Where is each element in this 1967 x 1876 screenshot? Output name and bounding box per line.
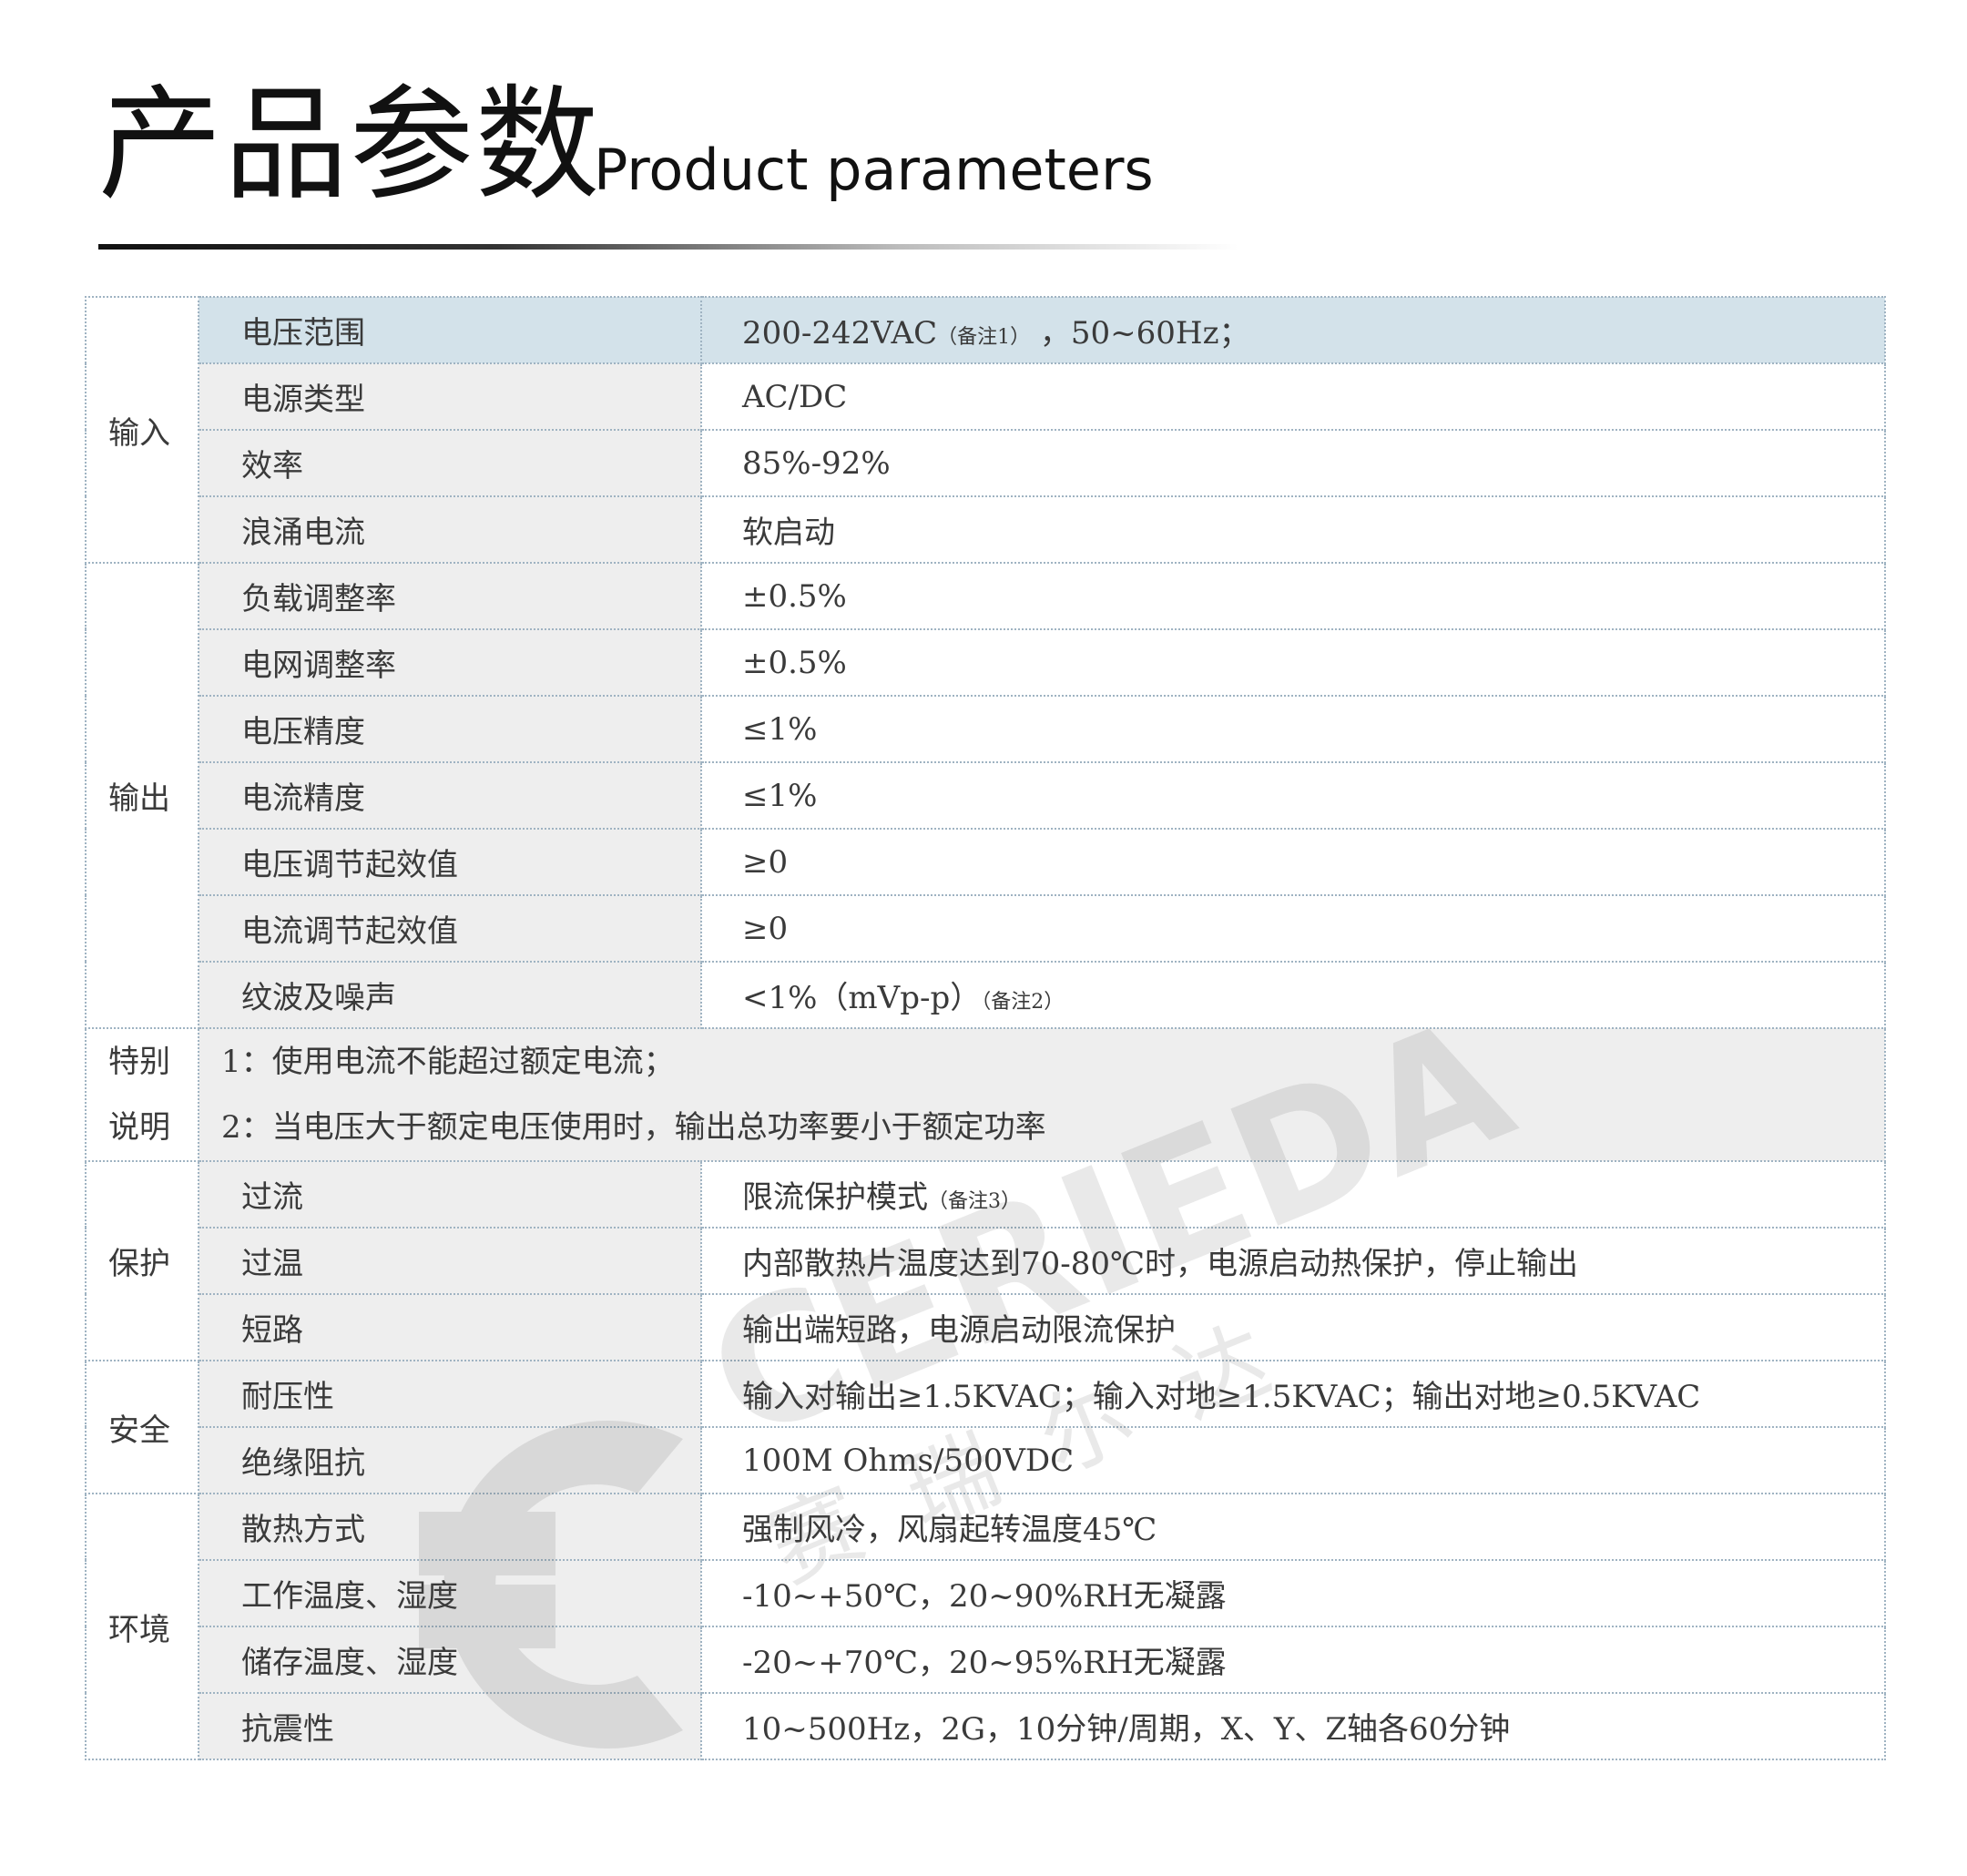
param-value: 200-242VAC（备注1） ，50~60Hz； xyxy=(700,296,1886,364)
footnote-mark: （备注3） xyxy=(928,1190,1021,1213)
param-name: 纹波及噪声 xyxy=(198,961,702,1029)
param-name: 过温 xyxy=(198,1227,702,1295)
param-value: -10~+50℃，20~90%RH无凝露 xyxy=(700,1559,1886,1627)
param-name: 电流调节起效值 xyxy=(198,894,702,963)
param-name: 电压范围 xyxy=(198,296,702,364)
note-line: 2：当电压大于额定电压使用时，输出总功率要小于额定功率 xyxy=(221,1109,1046,1146)
page-subtitle: Product parameters xyxy=(594,137,1154,203)
table-row: 短路 输出端短路，电源启动限流保护 xyxy=(86,1293,1886,1361)
param-value: ±0.5% xyxy=(700,562,1886,630)
param-value: ±0.5% xyxy=(700,628,1886,697)
table-row: 输出 负载调整率 ±0.5% xyxy=(85,562,1886,1029)
param-name: 过流 xyxy=(198,1160,702,1229)
param-name: 储存温度、湿度 xyxy=(198,1626,702,1694)
param-name: 负载调整率 xyxy=(198,562,702,630)
table-row: 电流调节起效值 ≥0 xyxy=(86,894,1886,963)
table-row: 电流精度 ≤1% xyxy=(86,761,1886,830)
param-value: AC/DC xyxy=(700,362,1886,431)
param-name: 浪涌电流 xyxy=(198,495,702,564)
table-row: 电网调整率 ±0.5% xyxy=(86,628,1886,697)
title-divider xyxy=(98,244,1238,250)
table-row: 电源类型 AC/DC xyxy=(86,362,1886,431)
table-row: 效率 85%-92% xyxy=(86,429,1886,497)
param-value: 85%-92% xyxy=(700,429,1886,497)
table-row: 保护 过流 限流保护模式（备注3） xyxy=(85,1160,1886,1361)
category-cell: 输出 xyxy=(85,562,199,1029)
param-name: 工作温度、湿度 xyxy=(198,1559,702,1627)
parameters-table: 输入 电压范围 200-242VAC（备注1） ，50~60Hz； 电源类型 A… xyxy=(85,296,1886,1760)
table-row: 输入 电压范围 200-242VAC（备注1） ，50~60Hz； xyxy=(85,296,1886,564)
table-row: 安全 耐压性 输入对输出≥1.5KVAC；输入对地≥1.5KVAC；输出对地≥0… xyxy=(85,1360,1886,1494)
table-row: 工作温度、湿度 -10~+50℃，20~90%RH无凝露 xyxy=(86,1559,1886,1627)
param-value: ≤1% xyxy=(700,761,1886,830)
param-value: ≥0 xyxy=(700,894,1886,963)
param-value: ≤1% xyxy=(700,695,1886,763)
param-name: 效率 xyxy=(198,429,702,497)
table-row: 电压精度 ≤1% xyxy=(86,695,1886,763)
table-row: 纹波及噪声 <1%（mVp-p）（备注2） xyxy=(86,961,1886,1029)
param-name: 短路 xyxy=(198,1293,702,1361)
table-row: 电压调节起效值 ≥0 xyxy=(86,828,1886,896)
param-name: 散热方式 xyxy=(198,1493,702,1561)
category-cell: 输入 xyxy=(85,296,199,564)
param-value: 限流保护模式（备注3） xyxy=(700,1160,1886,1229)
footnote-mark: （备注2） xyxy=(981,991,1065,1014)
param-value: 10~500Hz，2G，10分钟/周期，X、Y、Z轴各60分钟 xyxy=(700,1692,1886,1760)
table-row: 绝缘阻抗 100M Ohms/500VDC xyxy=(86,1426,1886,1494)
param-name: 电压调节起效值 xyxy=(198,828,702,896)
table-row: 抗震性 10~500Hz，2G，10分钟/周期，X、Y、Z轴各60分钟 xyxy=(86,1692,1886,1760)
param-value: 强制风冷，风扇起转温度45℃ xyxy=(700,1493,1886,1561)
special-notes: 1：使用电流不能超过额定电流； 2：当电压大于额定电压使用时，输出总功率要小于额… xyxy=(198,1027,1886,1162)
note-line: 1：使用电流不能超过额定电流； xyxy=(221,1044,675,1080)
param-name: 抗震性 xyxy=(198,1692,702,1760)
param-name: 电源类型 xyxy=(198,362,702,431)
table-row: 过温 内部散热片温度达到70-80℃时，电源启动热保护，停止输出 xyxy=(86,1227,1886,1295)
footnote-mark: （备注1） xyxy=(937,326,1031,349)
param-value: 软启动 xyxy=(700,495,1886,564)
notes-row: 特别说明 1：使用电流不能超过额定电流； 2：当电压大于额定电压使用时，输出总功… xyxy=(85,1027,1886,1162)
table-row: 浪涌电流 软启动 xyxy=(86,495,1886,564)
param-name: 电流精度 xyxy=(198,761,702,830)
category-cell: 环境 xyxy=(85,1493,199,1760)
param-name: 绝缘阻抗 xyxy=(198,1426,702,1494)
param-name: 电网调整率 xyxy=(198,628,702,697)
page-title: 产品参数 xyxy=(98,74,601,218)
param-value: 输入对输出≥1.5KVAC；输入对地≥1.5KVAC；输出对地≥0.5KVAC xyxy=(700,1360,1886,1428)
param-name: 耐压性 xyxy=(198,1360,702,1428)
param-value: 输出端短路，电源启动限流保护 xyxy=(700,1293,1886,1361)
table-row: 储存温度、湿度 -20~+70℃，20~95%RH无凝露 xyxy=(86,1626,1886,1694)
param-value: -20~+70℃，20~95%RH无凝露 xyxy=(700,1626,1886,1694)
param-value: ≥0 xyxy=(700,828,1886,896)
category-cell: 保护 xyxy=(85,1160,199,1361)
category-cell: 安全 xyxy=(85,1360,199,1494)
param-value: 100M Ohms/500VDC xyxy=(700,1426,1886,1494)
param-value: <1%（mVp-p）（备注2） xyxy=(700,961,1886,1029)
table-row: 环境 散热方式 强制风冷，风扇起转温度45℃ xyxy=(85,1493,1886,1760)
param-value: 内部散热片温度达到70-80℃时，电源启动热保护，停止输出 xyxy=(700,1227,1886,1295)
category-cell: 特别说明 xyxy=(85,1027,199,1162)
param-name: 电压精度 xyxy=(198,695,702,763)
